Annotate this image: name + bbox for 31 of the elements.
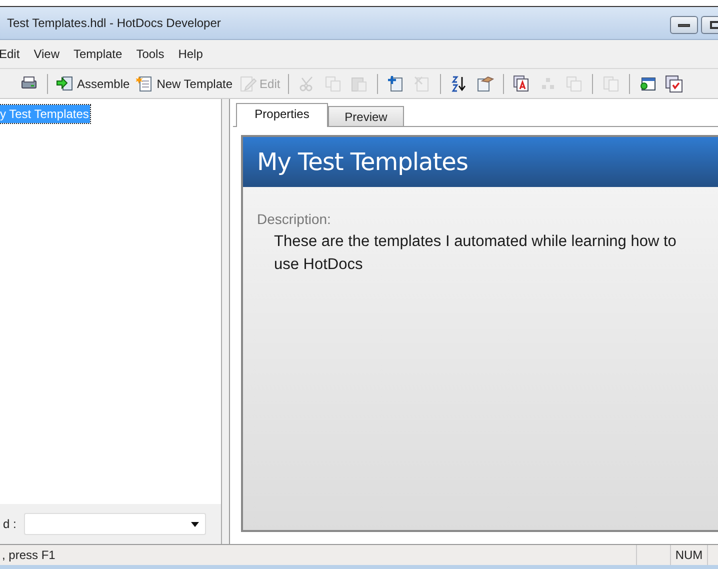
description-label: Description: xyxy=(257,210,331,229)
copy-icon xyxy=(324,74,342,92)
add-document-icon xyxy=(387,74,406,92)
checklist-window-icon xyxy=(665,74,684,92)
dropdown-caret-icon xyxy=(191,522,200,526)
toolbar-button[interactable]: New Template xyxy=(134,72,234,96)
new-document-icon xyxy=(136,74,154,92)
maximize-button[interactable] xyxy=(701,16,718,34)
sort-icon xyxy=(450,74,468,92)
menu-item[interactable]: Edit xyxy=(0,45,20,63)
template-title: My Test Templates xyxy=(257,147,468,178)
menu-item[interactable]: View xyxy=(34,45,60,63)
window-title: Test Templates.hdl - HotDocs Developer xyxy=(6,15,221,32)
documents-icon xyxy=(602,74,620,92)
menu-item[interactable]: Help xyxy=(178,45,203,63)
filter-label: d : xyxy=(2,516,16,533)
tab[interactable]: Preview xyxy=(328,106,404,126)
clipboard-icon xyxy=(350,74,368,92)
arrow-document-icon xyxy=(56,74,74,92)
tab[interactable]: Properties xyxy=(236,103,328,127)
document-hand-icon xyxy=(476,74,494,92)
menu-item[interactable]: Template xyxy=(73,45,122,63)
copy-icon xyxy=(565,74,584,92)
menu-item[interactable]: Tools xyxy=(136,45,164,63)
pencil-document-icon xyxy=(238,74,257,92)
stacked-documents-icon xyxy=(513,74,532,92)
delete-document-icon xyxy=(413,74,432,92)
minimize-button[interactable] xyxy=(670,16,698,34)
description-text: These are the templates I automated while learning how to use HotDocs xyxy=(274,232,678,275)
status-message: , press F1 xyxy=(1,547,56,564)
toolbar-button[interactable]: Assemble xyxy=(55,72,131,96)
